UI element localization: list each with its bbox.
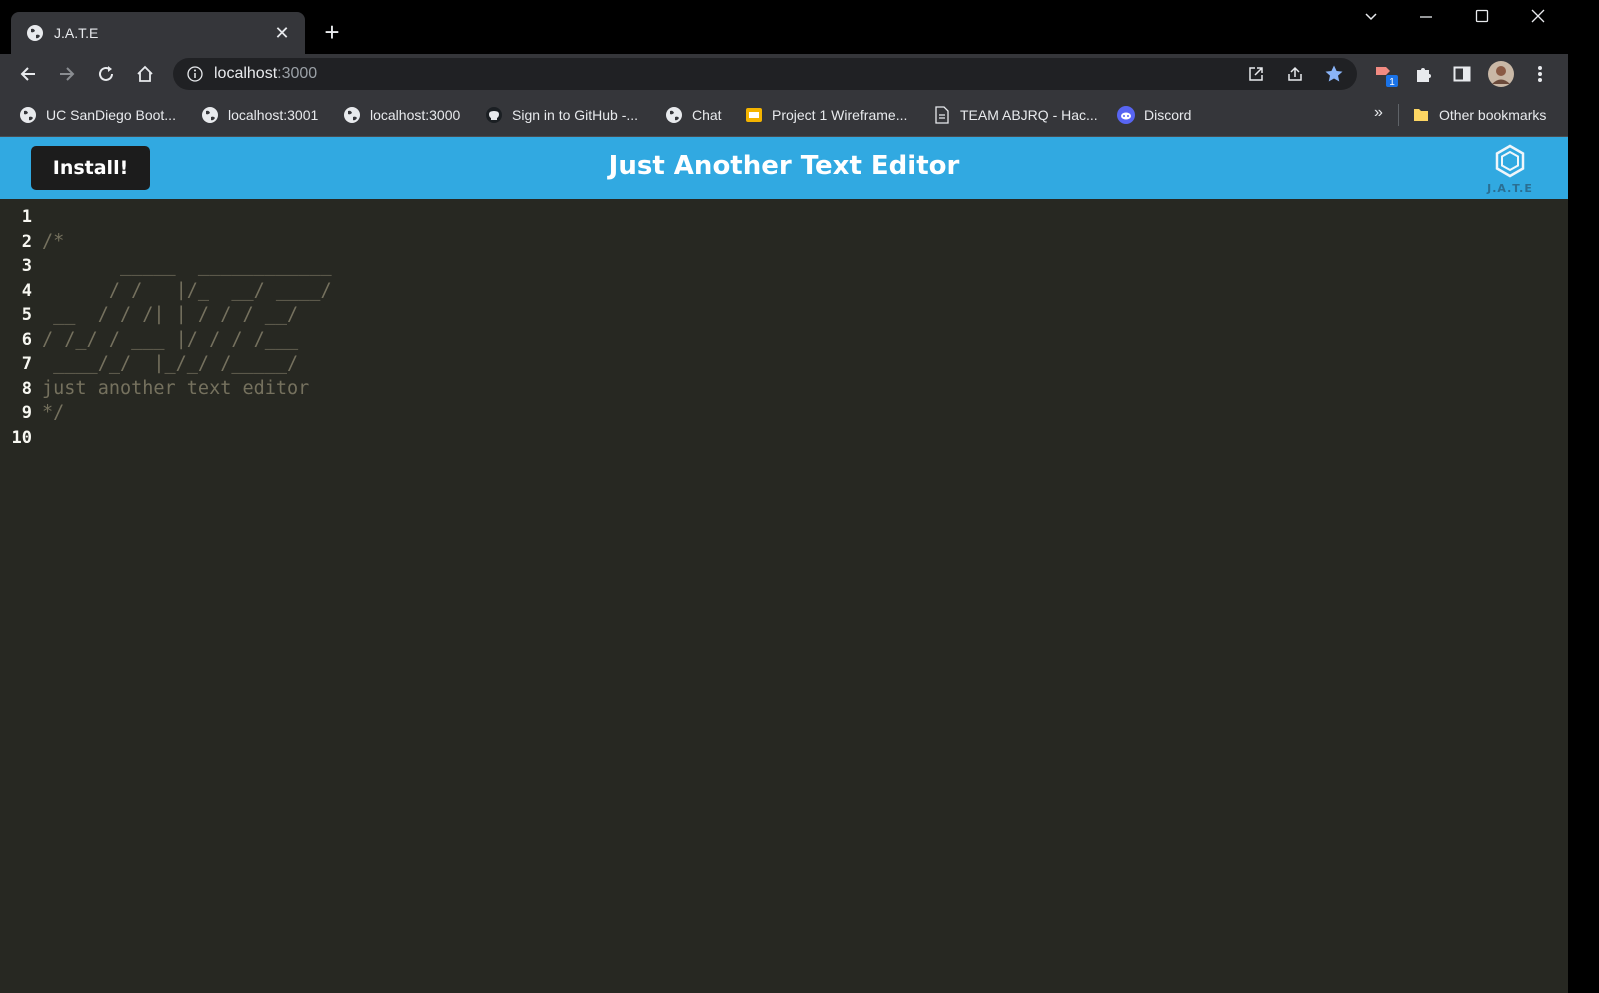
- browser-window: J.A.T.E ✕ + localhost:3000 1 UC SanDiego…: [0, 0, 1568, 993]
- code-editor[interactable]: 1 2 3 4 5 6 7 8 9 10 /* _____ __________…: [0, 199, 1568, 993]
- bookmark-item[interactable]: localhost:3000: [343, 104, 460, 126]
- arrow-right-icon: [60, 67, 75, 81]
- info-icon[interactable]: [187, 66, 203, 82]
- bookmark-label: UC SanDiego Boot...: [46, 107, 176, 123]
- side-panel-icon[interactable]: [1448, 60, 1476, 88]
- reload-icon: [99, 66, 113, 81]
- line-number: 5: [21, 305, 32, 325]
- line-number: 10: [11, 427, 32, 448]
- other-bookmarks-label: Other bookmarks: [1439, 107, 1547, 123]
- arrow-left-icon: [20, 67, 35, 81]
- code-line[interactable]: / / |/_ __/ ____/: [42, 279, 332, 304]
- more-bookmarks-chevron-icon[interactable]: »: [1374, 104, 1383, 122]
- globe-icon: [344, 107, 360, 123]
- code-line[interactable]: /*: [42, 230, 332, 255]
- other-bookmarks[interactable]: Other bookmarks: [1412, 104, 1546, 126]
- forward-button[interactable]: [53, 60, 81, 88]
- discord-icon: [1117, 106, 1135, 124]
- bookmark-label: Sign in to GitHub -...: [512, 107, 639, 123]
- desktop-background: [1568, 0, 1599, 993]
- bookmark-item[interactable]: Sign in to GitHub -...: [485, 104, 638, 126]
- minimize-button[interactable]: [1406, 8, 1446, 32]
- address-bar[interactable]: localhost:3000: [173, 58, 1357, 90]
- close-window-button[interactable]: [1518, 8, 1558, 32]
- extension-badge-count: 1: [1389, 77, 1395, 87]
- new-tab-button[interactable]: +: [318, 18, 346, 46]
- tab-title: J.A.T.E: [54, 25, 99, 41]
- home-button[interactable]: [131, 60, 159, 88]
- code-line[interactable]: [42, 205, 332, 230]
- globe-icon: [20, 107, 36, 123]
- extension-badge-icon[interactable]: 1: [1372, 60, 1400, 88]
- bookmark-item[interactable]: Chat: [665, 104, 722, 126]
- bookmark-label: localhost:3001: [228, 107, 319, 123]
- line-number: 2: [21, 231, 32, 252]
- bookmark-label: Chat: [692, 107, 722, 123]
- line-number-gutter: 1 2 3 4 5 6 7 8 9 10: [0, 205, 36, 450]
- slides-icon: [746, 108, 762, 122]
- code-line[interactable]: _____ ____________: [42, 254, 332, 279]
- maximize-button[interactable]: [1462, 8, 1502, 32]
- bookmark-star-icon[interactable]: [1324, 64, 1344, 84]
- globe-icon: [666, 107, 682, 123]
- bookmark-label: localhost:3000: [370, 107, 461, 123]
- menu-kebab-icon[interactable]: [1526, 60, 1554, 88]
- line-number: 8: [21, 378, 32, 399]
- bookmarks-bar: UC SanDiego Boot... localhost:3001 local…: [0, 94, 1568, 137]
- url-text[interactable]: localhost:3000: [214, 65, 317, 83]
- line-number: 1: [21, 207, 32, 227]
- code-content[interactable]: /* _____ ____________ / / |/_ __/ ____/ …: [42, 205, 332, 450]
- bookmark-item[interactable]: TEAM ABJRQ - Hac...: [933, 104, 1098, 126]
- code-line[interactable]: just another text editor: [42, 377, 332, 402]
- bookmark-label: Project 1 Wireframe...: [772, 107, 908, 123]
- hexagon-logo-icon: [1495, 144, 1525, 178]
- home-icon: [137, 65, 153, 82]
- line-number: 7: [21, 354, 32, 374]
- close-tab-icon[interactable]: ✕: [273, 24, 291, 42]
- bookmark-item[interactable]: UC SanDiego Boot...: [19, 104, 176, 126]
- reload-button[interactable]: [92, 60, 120, 88]
- app-title: Just Another Text Editor: [608, 151, 960, 181]
- tab-jate[interactable]: J.A.T.E ✕: [11, 12, 305, 54]
- profile-avatar[interactable]: [1487, 60, 1515, 88]
- open-in-app-icon[interactable]: [1246, 64, 1266, 84]
- bookmark-label: TEAM ABJRQ - Hac...: [960, 107, 1098, 123]
- globe-icon: [202, 107, 218, 123]
- tab-strip: J.A.T.E ✕ +: [0, 0, 1568, 54]
- code-line[interactable]: __ / / /| | / / / __/: [42, 303, 332, 328]
- code-line[interactable]: ____/_/ |_/_/ /_____/: [42, 352, 332, 377]
- app-header: Install! Just Another Text Editor J.A.T.…: [0, 137, 1568, 199]
- browser-toolbar: localhost:3000 1: [0, 54, 1568, 94]
- jate-logo: J.A.T.E: [1482, 143, 1538, 197]
- code-line[interactable]: / /_/ / ___ |/ / / /___: [42, 328, 332, 353]
- bookmarks-divider: [1398, 104, 1399, 126]
- line-number: 6: [21, 329, 32, 350]
- url-port: :3000: [277, 65, 318, 82]
- back-button[interactable]: [14, 60, 42, 88]
- bookmark-item[interactable]: Project 1 Wireframe...: [745, 104, 907, 126]
- tab-search-icon[interactable]: [1351, 8, 1391, 32]
- github-icon: [486, 107, 502, 123]
- folder-icon: [1414, 109, 1428, 121]
- line-number: 9: [21, 403, 32, 423]
- document-icon: [935, 106, 949, 124]
- bookmark-label: Discord: [1144, 107, 1192, 123]
- bookmark-item[interactable]: Discord: [1117, 104, 1191, 126]
- extensions-puzzle-icon[interactable]: [1410, 60, 1438, 88]
- bookmark-item[interactable]: localhost:3001: [201, 104, 318, 126]
- code-line[interactable]: */: [42, 401, 332, 426]
- globe-icon: [27, 25, 43, 41]
- code-line[interactable]: [42, 426, 332, 451]
- line-number: 4: [21, 280, 32, 301]
- logo-text: J.A.T.E: [1487, 182, 1533, 195]
- line-number: 3: [21, 256, 32, 276]
- share-icon[interactable]: [1285, 64, 1305, 84]
- url-host: localhost: [214, 65, 278, 82]
